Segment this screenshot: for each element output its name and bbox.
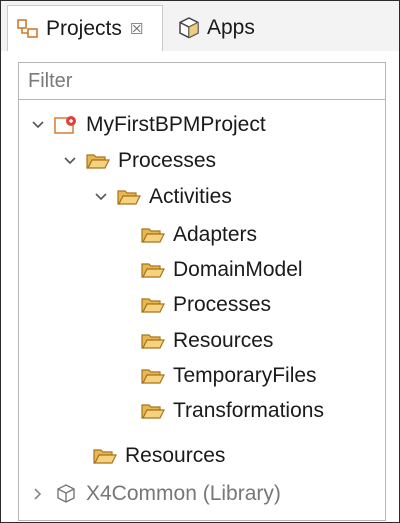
- chevron-down-icon[interactable]: [61, 152, 79, 170]
- filter-box: [18, 62, 386, 100]
- tree-item-folder[interactable]: TemporaryFiles: [140, 358, 317, 394]
- tree-item-label: Transformations: [173, 399, 324, 422]
- projects-view-icon: [17, 18, 38, 38]
- tree-item-folder[interactable]: DomainModel: [140, 252, 303, 288]
- chevron-right-icon[interactable]: [29, 485, 47, 503]
- tab-projects-label: Projects: [46, 16, 122, 40]
- tree-item-project[interactable]: MyFirstBPMProject: [29, 107, 266, 143]
- filter-input[interactable]: [19, 63, 385, 99]
- tree-item-label: Processes: [173, 293, 272, 316]
- library-cube-icon: [57, 484, 75, 503]
- tree-item-folder[interactable]: Resources: [140, 323, 273, 359]
- project-tree: MyFirstBPMProject Processes Activities A…: [18, 100, 386, 521]
- tree-item-folder[interactable]: Processes: [140, 287, 271, 323]
- tree-item-library[interactable]: X4Common (Library): [29, 476, 281, 512]
- tree-item-label: Activities: [149, 185, 232, 208]
- tree-item-label: Resources: [173, 329, 274, 352]
- folder-open-icon: [141, 298, 165, 313]
- tree-item-label: MyFirstBPMProject: [86, 113, 266, 136]
- tab-apps-label: Apps: [207, 16, 255, 39]
- tree-item-label: TemporaryFiles: [173, 364, 317, 387]
- chevron-down-icon[interactable]: [29, 116, 47, 134]
- tree-item-label: X4Common (Library): [86, 482, 281, 505]
- tree-item-folder[interactable]: Adapters: [140, 217, 257, 253]
- folder-open-icon: [117, 190, 141, 205]
- tree-item-activities-folder[interactable]: Activities: [92, 179, 232, 215]
- tree-item-processes-folder[interactable]: Processes: [61, 143, 216, 179]
- tree-item-resources-folder[interactable]: Resources: [92, 438, 225, 474]
- projects-explorer-panel: Projects ☒ Apps MyFirstBPM: [0, 0, 400, 523]
- chevron-down-icon[interactable]: [92, 188, 110, 206]
- folder-open-icon: [141, 263, 165, 278]
- folder-open-icon: [141, 228, 165, 243]
- bpm-project-icon: [54, 116, 76, 134]
- view-tab-bar: Projects ☒ Apps: [1, 1, 399, 51]
- tree-item-label: Resources: [125, 444, 226, 467]
- folder-open-icon: [141, 404, 165, 419]
- folder-open-icon: [141, 369, 165, 384]
- tree-item-label: Processes: [118, 149, 217, 172]
- folder-open-icon: [86, 154, 110, 169]
- folder-open-icon: [93, 449, 117, 464]
- apps-cube-icon: [179, 17, 199, 39]
- tab-close-icon[interactable]: ☒: [130, 20, 143, 38]
- folder-open-icon: [141, 334, 165, 349]
- tab-projects[interactable]: Projects ☒: [7, 5, 163, 51]
- tree-item-label: Adapters: [173, 223, 258, 246]
- tab-apps[interactable]: Apps: [169, 5, 279, 51]
- tree-item-folder[interactable]: Transformations: [140, 393, 324, 429]
- tree-item-label: DomainModel: [173, 258, 303, 281]
